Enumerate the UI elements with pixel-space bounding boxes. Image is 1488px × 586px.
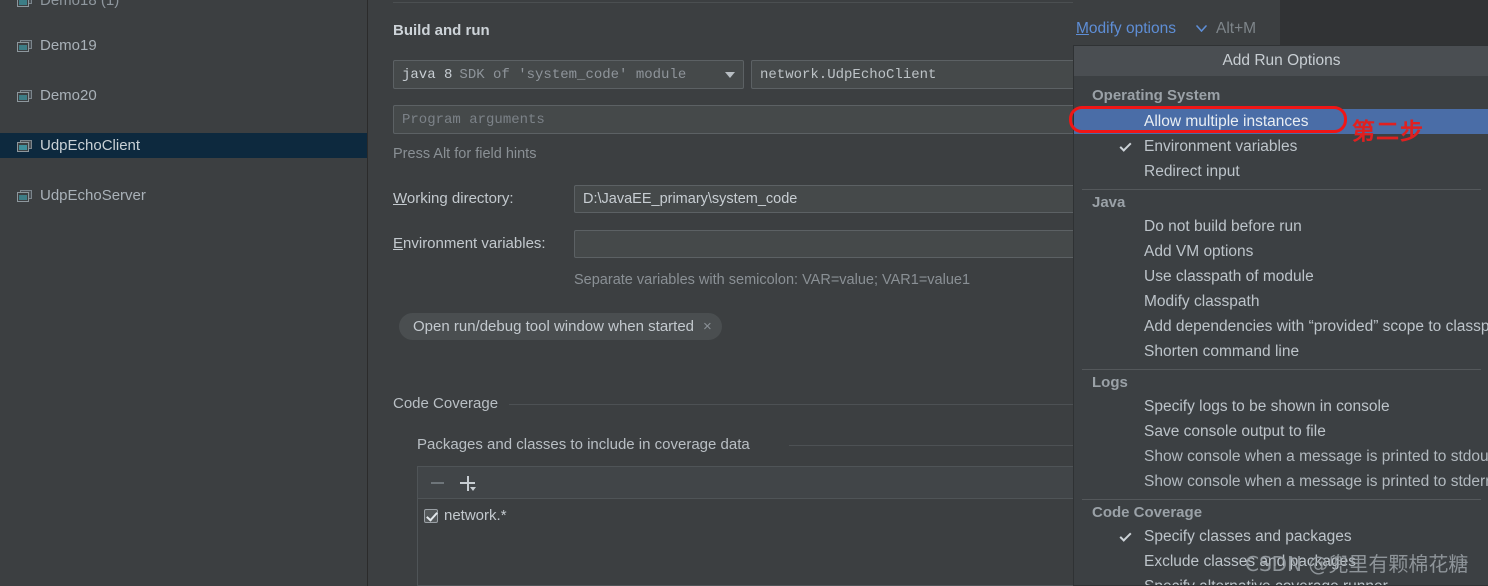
menu-item-specify-classes-and-packages[interactable]: Specify classes and packages xyxy=(1074,524,1488,549)
menu-separator xyxy=(1082,369,1481,370)
tree-item-label: Demo20 xyxy=(40,87,97,104)
menu-item-label: Specify classes and packages xyxy=(1144,527,1352,545)
run-configurations-tree[interactable]: Demo18 (1) Demo19 Demo20 UdpEchoClient U… xyxy=(0,0,368,586)
menu-item-label: Specify alternative coverage runner xyxy=(1144,577,1388,586)
menu-item-label: Show console when a message is printed t… xyxy=(1144,447,1488,465)
menu-item-label: Use classpath of module xyxy=(1144,267,1314,285)
list-item[interactable]: network.* xyxy=(424,507,507,524)
menu-item-use-classpath-of-module[interactable]: Use classpath of module xyxy=(1074,264,1488,289)
menu-item-do-not-build-before-run[interactable]: Do not build before run xyxy=(1074,214,1488,239)
environment-variables-hint: Separate variables with semicolon: VAR=v… xyxy=(574,272,971,288)
tree-item-demo18[interactable]: Demo18 (1) xyxy=(0,0,367,13)
add-icon-vertical xyxy=(466,475,469,491)
check-icon xyxy=(1119,139,1132,152)
run-config-icon xyxy=(17,39,32,52)
packages-group-label: Packages and classes to include in cover… xyxy=(417,436,757,453)
tree-item-udpechoserver[interactable]: UdpEchoServer xyxy=(0,183,367,208)
menu-separator xyxy=(1082,499,1481,500)
modify-options-accel: M xyxy=(1076,20,1089,37)
run-config-icon xyxy=(17,139,32,152)
watermark-text: CSDN @兜里有颗棉花糖 xyxy=(1245,552,1469,576)
tree-item-demo19[interactable]: Demo19 xyxy=(0,33,367,58)
menu-item-environment-variables[interactable]: Environment variables xyxy=(1074,134,1488,159)
menu-item-add-vm-options[interactable]: Add VM options xyxy=(1074,239,1488,264)
tree-item-label: Demo18 (1) xyxy=(40,0,120,9)
menu-item-label: Show console when a message is printed t… xyxy=(1144,472,1488,490)
menu-item-shorten-command-line[interactable]: Shorten command line xyxy=(1074,339,1488,364)
chevron-down-icon[interactable] xyxy=(470,487,476,491)
menu-item-label: Modify classpath xyxy=(1144,292,1260,310)
jre-combo[interactable]: java 8 SDK of 'system_code' module xyxy=(393,60,744,89)
remove-icon[interactable] xyxy=(431,482,444,484)
field-hints-text: Press Alt for field hints xyxy=(393,146,537,162)
menu-header-title: Add Run Options xyxy=(1074,46,1488,76)
close-icon[interactable]: × xyxy=(703,319,712,334)
jre-combo-prefix: java 8 xyxy=(402,66,453,83)
menu-item-save-console-output[interactable]: Save console output to file xyxy=(1074,419,1488,444)
menu-item-specify-logs[interactable]: Specify logs to be shown in console xyxy=(1074,394,1488,419)
add-run-options-menu[interactable]: Add Run Options Operating System Allow m… xyxy=(1073,45,1488,586)
menu-item-label: Add VM options xyxy=(1144,242,1254,260)
run-config-icon xyxy=(17,0,32,7)
tree-item-label: UdpEchoServer xyxy=(40,187,146,204)
check-icon xyxy=(1119,529,1132,542)
menu-separator xyxy=(1082,189,1481,190)
menu-item-label: Save console output to file xyxy=(1144,422,1326,440)
menu-item-label: Shorten command line xyxy=(1144,342,1300,360)
chevron-down-icon[interactable] xyxy=(725,71,735,78)
menu-item-show-console-stdout[interactable]: Show console when a message is printed t… xyxy=(1074,444,1488,469)
menu-item-label: Environment variables xyxy=(1144,137,1298,155)
menu-item-label: Add dependencies with “provided” scope t… xyxy=(1144,317,1488,335)
menu-item-add-provided-dependencies[interactable]: Add dependencies with “provided” scope t… xyxy=(1074,314,1488,339)
menu-item-label: Specify logs to be shown in console xyxy=(1144,397,1390,415)
dialog-background-strip xyxy=(1280,0,1488,45)
menu-item-label: Allow multiple instances xyxy=(1144,112,1309,130)
list-item-label: network.* xyxy=(444,507,507,524)
program-arguments-placeholder: Program arguments xyxy=(402,111,545,128)
tree-item-udpechoclient[interactable]: UdpEchoClient xyxy=(0,133,367,158)
menu-item-show-console-stderr[interactable]: Show console when a message is printed t… xyxy=(1074,469,1488,494)
menu-group-logs: Logs xyxy=(1092,374,1128,391)
working-directory-label-rest: orking directory: xyxy=(406,190,514,207)
checkbox-checked-icon[interactable] xyxy=(424,508,438,523)
menu-item-modify-classpath[interactable]: Modify classpath xyxy=(1074,289,1488,314)
modify-options-text: odify options xyxy=(1088,20,1176,37)
tree-item-label: Demo19 xyxy=(40,37,97,54)
environment-variables-label: Environment variables: xyxy=(393,235,546,252)
menu-group-code-coverage: Code Coverage xyxy=(1092,504,1203,521)
menu-item-redirect-input[interactable]: Redirect input xyxy=(1074,159,1488,184)
run-configuration-window: Demo18 (1) Demo19 Demo20 UdpEchoClient U… xyxy=(0,0,1488,586)
menu-item-label: Do not build before run xyxy=(1144,217,1302,235)
chevron-down-icon[interactable] xyxy=(1196,25,1207,32)
run-config-icon xyxy=(17,189,32,202)
main-class-value: network.UdpEchoClient xyxy=(760,66,937,83)
jre-combo-suffix: SDK of 'system_code' module xyxy=(459,66,687,83)
build-and-run-heading: Build and run xyxy=(393,22,490,39)
menu-item-allow-multiple-instances[interactable]: Allow multiple instances xyxy=(1074,109,1488,134)
open-run-debug-tool-window-chip[interactable]: Open run/debug tool window when started … xyxy=(399,313,722,340)
working-directory-value: D:\JavaEE_primary\system_code xyxy=(583,191,798,207)
menu-group-java: Java xyxy=(1092,194,1126,211)
run-config-icon xyxy=(17,89,32,102)
menu-group-operating-system: Operating System xyxy=(1092,87,1221,104)
annotation-step-label: 第二步 xyxy=(1352,119,1424,145)
modify-options-shortcut: Alt+M xyxy=(1216,20,1257,37)
menu-item-label: Redirect input xyxy=(1144,162,1240,180)
modify-options-link[interactable]: Modify options xyxy=(1076,20,1176,38)
tree-item-demo20[interactable]: Demo20 xyxy=(0,83,367,108)
tree-item-label: UdpEchoClient xyxy=(40,137,141,154)
chip-label: Open run/debug tool window when started xyxy=(413,318,695,335)
working-directory-label: Working directory: xyxy=(393,190,514,207)
environment-variables-label-rest: nvironment variables: xyxy=(403,235,546,252)
code-coverage-group-label: Code Coverage xyxy=(393,395,506,412)
